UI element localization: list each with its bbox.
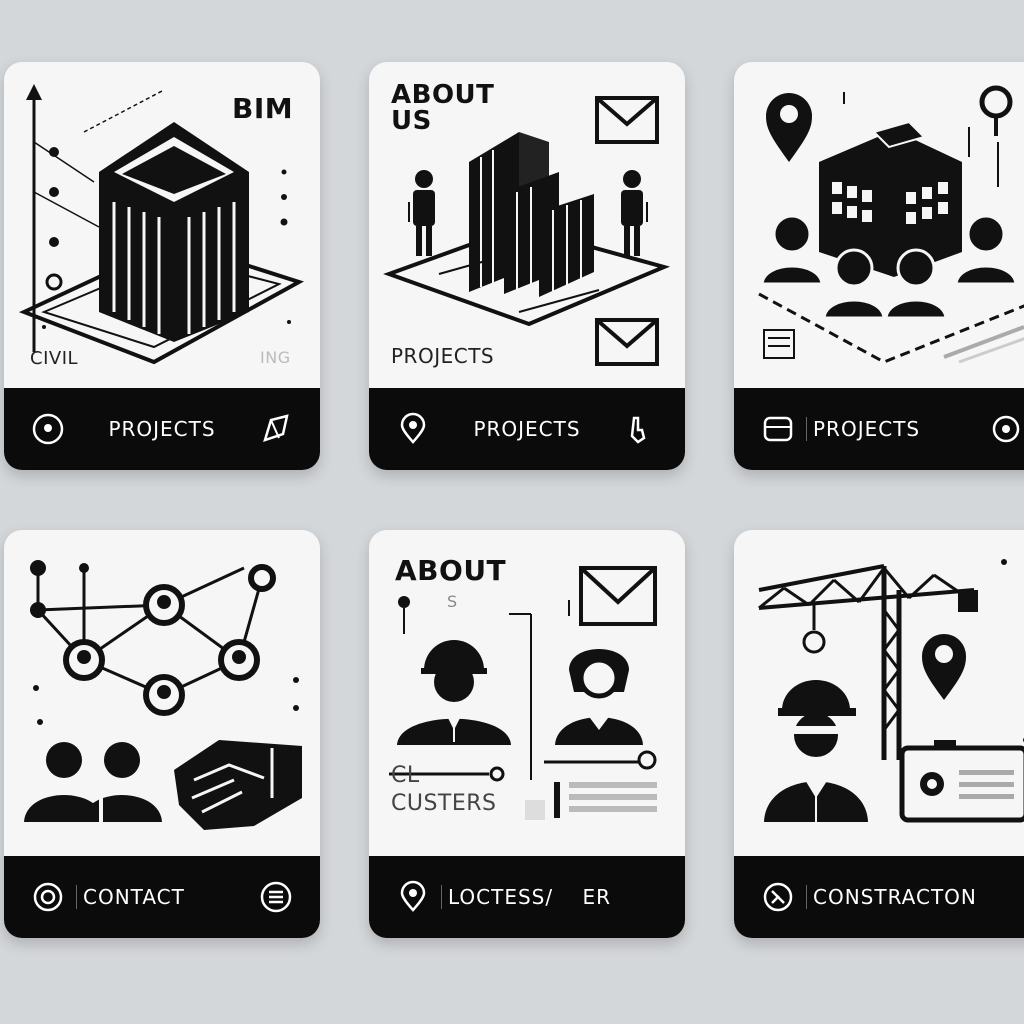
art-faint-text: ING — [260, 348, 291, 367]
card-illustration — [734, 62, 1024, 382]
card-footer[interactable]: PROJECTS — [4, 388, 320, 470]
target-icon — [30, 879, 66, 915]
card-illustration: ABOUT US PROJECTS — [369, 62, 685, 382]
location-pin-icon — [395, 879, 431, 915]
card-footer[interactable]: LOCTESS/ ER — [369, 856, 685, 938]
card-construction[interactable]: CONSTRACTON — [734, 530, 1024, 938]
tool-icon — [760, 879, 796, 915]
footer-label: PROJECTS — [108, 417, 216, 441]
art-caption: PROJECTS — [391, 344, 495, 368]
card-footer[interactable]: PROJECTS — [369, 388, 685, 470]
box-icon — [760, 411, 796, 447]
card-illustration — [4, 530, 320, 850]
location-pin-icon — [395, 411, 431, 447]
card-footer[interactable]: CONTACT — [4, 856, 320, 938]
card-about-customers[interactable]: ABOUT S CL CUSTERS LOCTESS/ ER — [369, 530, 685, 938]
art-caption: CL CUSTERS — [391, 763, 497, 816]
art-caption: CIVIL — [30, 348, 79, 369]
network-partnership-icon — [24, 560, 302, 830]
gear-icon — [988, 411, 1024, 447]
card-illustration: BIM CIVIL ING — [4, 62, 320, 382]
location-pin-icon — [30, 411, 66, 447]
card-footer[interactable]: PROJECTS — [734, 388, 1024, 470]
hand-icon — [623, 411, 659, 447]
card-bim[interactable]: BIM CIVIL ING PROJECTS — [4, 62, 320, 470]
card-footer[interactable]: CONSTRACTON — [734, 856, 1024, 938]
team-building-icon — [758, 85, 1024, 364]
card-illustration — [734, 530, 1024, 850]
card-about-us[interactable]: ABOUT US PROJECTS PROJECTS — [369, 62, 685, 470]
art-title: BIM — [232, 92, 294, 125]
card-team-location[interactable]: PROJECTS — [734, 62, 1024, 470]
art-faint-text: S — [447, 592, 458, 611]
footer-label: CONTACT — [76, 885, 258, 909]
list-icon — [258, 879, 294, 915]
card-network[interactable]: CONTACT — [4, 530, 320, 938]
footer-label: PROJECTS — [473, 417, 581, 441]
art-title: ABOUT US — [391, 80, 495, 136]
footer-label: PROJECTS — [806, 417, 988, 441]
footer-label: CONSTRACTON — [806, 885, 1024, 909]
pen-nib-icon — [258, 411, 294, 447]
card-illustration: ABOUT S CL CUSTERS — [369, 530, 685, 850]
construction-crane-icon — [758, 559, 1024, 823]
art-title: ABOUT — [395, 554, 507, 587]
footer-label: LOCTESS/ ER — [441, 885, 685, 909]
